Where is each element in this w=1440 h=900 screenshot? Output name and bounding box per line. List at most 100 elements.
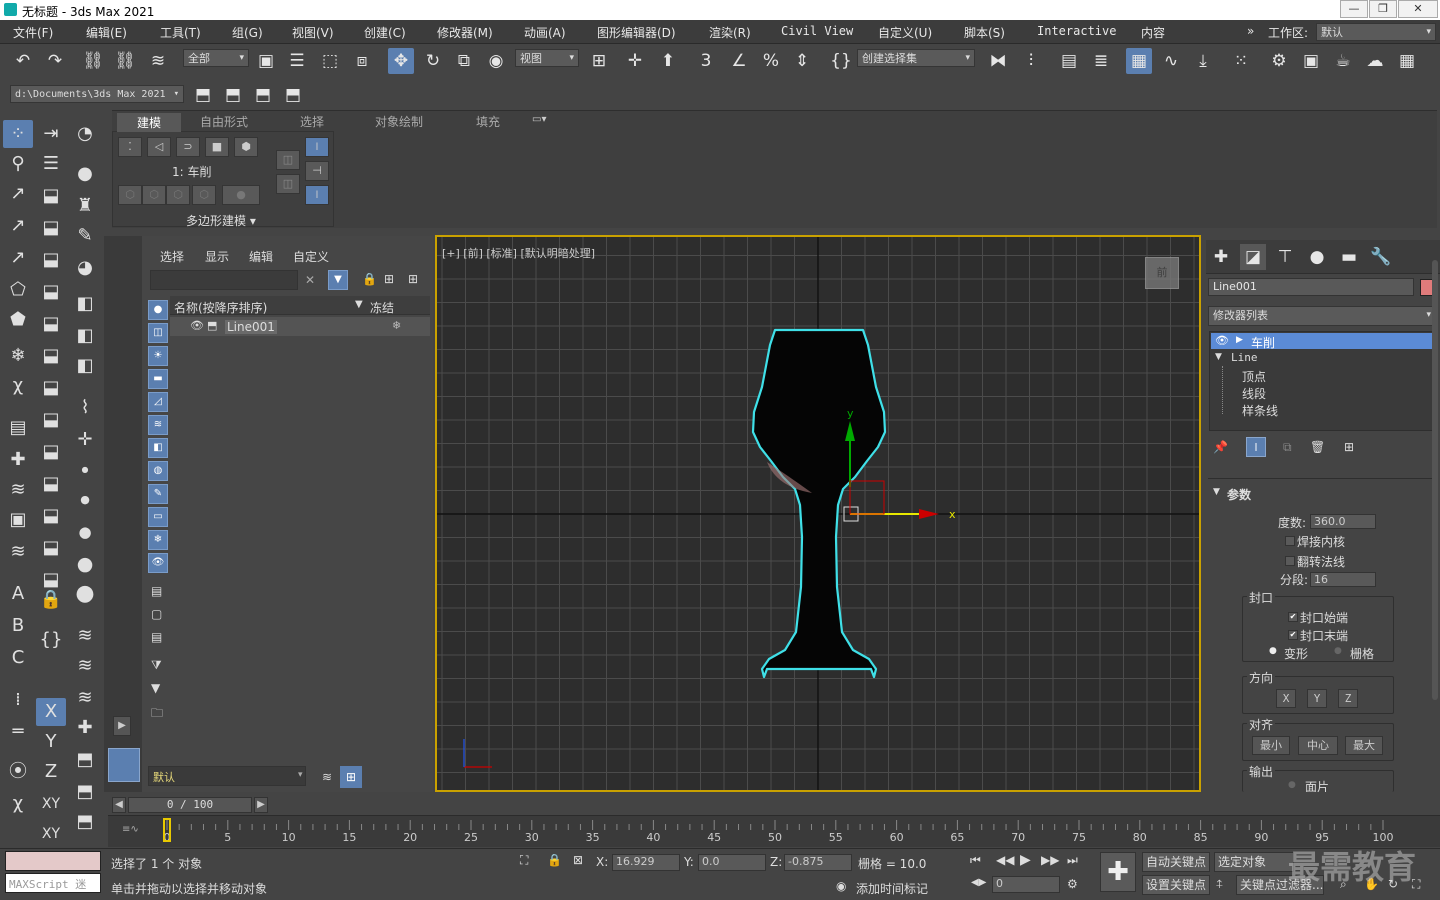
layer-b-icon[interactable]: ⬓ bbox=[36, 214, 66, 242]
render-setup-icon[interactable]: ⚙ bbox=[1266, 48, 1292, 74]
layer-g-icon[interactable]: ⬓ bbox=[36, 374, 66, 402]
configure-sets-icon[interactable]: ⊞ bbox=[1344, 440, 1354, 454]
crosshair-icon[interactable]: ✛ bbox=[70, 426, 100, 454]
lock-explorer-icon[interactable]: 🔒 bbox=[362, 272, 377, 286]
poly-b-icon[interactable]: ◫ bbox=[276, 174, 300, 194]
pin-stack-icon[interactable]: ⊣ bbox=[305, 161, 329, 181]
import-icon[interactable]: ⇥ bbox=[36, 120, 66, 148]
x-axis-constraint-icon[interactable]: χ bbox=[3, 790, 33, 818]
direction-z-button[interactable]: Z bbox=[1338, 689, 1358, 708]
time-next-icon[interactable]: ▶ bbox=[254, 797, 268, 813]
stack-b-icon[interactable]: ≋ bbox=[70, 652, 100, 680]
stack-f-icon[interactable]: ⬒ bbox=[70, 778, 100, 806]
grid-radio[interactable]: ● bbox=[1334, 646, 1342, 656]
link-icon[interactable]: ⛓ bbox=[80, 48, 106, 74]
curve-editor-icon[interactable]: ∿ bbox=[1158, 48, 1184, 74]
display-all-icon[interactable]: ▤ bbox=[151, 584, 162, 598]
command-panel-scrollbar[interactable] bbox=[1432, 260, 1438, 700]
render-cloud-icon[interactable]: ☁ bbox=[1362, 48, 1388, 74]
menu-content[interactable]: 内容 bbox=[1141, 24, 1165, 41]
previous-frame-icon[interactable]: ◀◀ bbox=[996, 853, 1014, 867]
angle-snap-icon[interactable]: ∠ bbox=[726, 48, 752, 74]
undo-icon[interactable]: ↶ bbox=[10, 48, 36, 74]
paint-tool-icon[interactable]: ↗ bbox=[3, 180, 33, 208]
menu-create[interactable]: 创建(C) bbox=[364, 24, 406, 41]
params-title[interactable]: 参数 bbox=[1227, 486, 1251, 503]
menu-file[interactable]: 文件(F) bbox=[13, 24, 53, 41]
modifier-list-dropdown[interactable]: 修改器列表 bbox=[1208, 306, 1436, 326]
viewport-label[interactable]: [+] [前] [标准] [默认明暗处理] bbox=[442, 245, 595, 261]
maximize-button[interactable]: ❐ bbox=[1369, 0, 1397, 18]
filter-combo-icon[interactable]: ⧩ bbox=[151, 658, 162, 673]
menu-views[interactable]: 视图(V) bbox=[292, 24, 334, 41]
select-scale-icon[interactable]: ⧉ bbox=[451, 48, 477, 74]
stack-a-icon[interactable]: ≋ bbox=[70, 622, 100, 650]
layer-c-icon[interactable]: ⬓ bbox=[36, 246, 66, 274]
isolate-selection-icon[interactable]: ⛶ bbox=[520, 853, 528, 868]
maxscript-listener-input[interactable] bbox=[5, 851, 101, 871]
select-move-icon[interactable]: ✥ bbox=[388, 48, 414, 74]
menu-customize[interactable]: 自定义(U) bbox=[878, 24, 932, 41]
border-mode-icon[interactable]: ⊃ bbox=[176, 137, 200, 157]
set-key-big-icon[interactable]: ✚ bbox=[1100, 852, 1136, 892]
show-end-result-icon[interactable]: ⏽ bbox=[305, 137, 329, 157]
scene-explorer-toggle-icon[interactable]: ⊞ bbox=[340, 766, 362, 788]
xyz-constraint-icon[interactable]: XY bbox=[36, 820, 66, 848]
layers-tool-icon[interactable]: ▤ bbox=[3, 414, 33, 442]
menu-tools[interactable]: 工具(T) bbox=[160, 24, 201, 41]
scene-tab-customize[interactable]: 自定义 bbox=[293, 248, 329, 265]
output-patch-radio[interactable]: ● bbox=[1288, 780, 1296, 790]
tab-object-paint[interactable]: 对象绘制 bbox=[375, 113, 423, 130]
tab-selection[interactable]: 选择 bbox=[300, 113, 324, 130]
select-layer-icon[interactable]: ▣ bbox=[3, 506, 33, 534]
z-constraint-icon[interactable]: Z bbox=[36, 758, 66, 786]
select-by-name-icon[interactable]: ☰ bbox=[284, 48, 310, 74]
mod-e-icon[interactable]: ● bbox=[222, 185, 260, 205]
clear-search-icon[interactable]: ✕ bbox=[305, 273, 315, 287]
redo-icon[interactable]: ↷ bbox=[42, 48, 68, 74]
reference-coord-dropdown[interactable]: 视图 bbox=[515, 49, 579, 67]
polygon-mode-icon[interactable]: ■ bbox=[205, 137, 229, 157]
rendered-frame-icon[interactable]: ▣ bbox=[1298, 48, 1324, 74]
layer-f-icon[interactable]: ⬓ bbox=[36, 342, 66, 370]
layer-i-icon[interactable]: ⬓ bbox=[36, 438, 66, 466]
segments-spinner[interactable]: 16 bbox=[1310, 572, 1376, 587]
mod-d-icon[interactable]: ⬡ bbox=[192, 185, 216, 205]
select-place-icon[interactable]: ◉ bbox=[483, 48, 509, 74]
filter-icon[interactable]: ▼ bbox=[328, 270, 348, 290]
y-constraint-icon[interactable]: Y bbox=[36, 728, 66, 756]
project-folder-icon[interactable]: ⬒ bbox=[190, 82, 216, 108]
layer-explorer-toggle-icon[interactable]: ≋ bbox=[316, 766, 338, 788]
menu-edit[interactable]: 编辑(E) bbox=[86, 24, 127, 41]
mod-c-icon[interactable]: ⬡ bbox=[166, 185, 190, 205]
layer-e-icon[interactable]: ⬓ bbox=[36, 310, 66, 338]
lock-icon[interactable]: 🔒 bbox=[36, 586, 66, 614]
object-name-field[interactable]: Line001 bbox=[1208, 278, 1414, 296]
layer-stack-icon[interactable]: ≋ bbox=[3, 476, 33, 504]
time-tag-icon[interactable]: ◉ bbox=[836, 879, 846, 893]
create-project-icon[interactable]: ⬒ bbox=[250, 82, 276, 108]
auto-key-button[interactable]: 自动关键点 bbox=[1142, 852, 1210, 872]
tab-modeling[interactable]: 建模 bbox=[117, 113, 182, 132]
y-coord-field[interactable]: 0.0 bbox=[698, 854, 766, 871]
stack-segment-label[interactable]: 线段 bbox=[1242, 385, 1266, 402]
vertex-mode-icon[interactable]: ⁚ bbox=[118, 137, 142, 157]
set-key-button[interactable]: 设置关键点 bbox=[1142, 875, 1210, 895]
display-groups-icon[interactable]: ◧ bbox=[148, 438, 168, 458]
stack-spline-label[interactable]: 样条线 bbox=[1242, 402, 1278, 419]
stack-g-icon[interactable]: ⬒ bbox=[70, 808, 100, 836]
c-icon[interactable]: C bbox=[3, 644, 33, 672]
layer-d-icon[interactable]: ⬓ bbox=[36, 278, 66, 306]
render-a-icon[interactable]: ◧ bbox=[70, 290, 100, 318]
maxscript-mini-listener[interactable]: MAXScript 迷 bbox=[5, 873, 101, 893]
viewcube[interactable]: 前 bbox=[1145, 257, 1179, 289]
current-frame-field[interactable]: 0 bbox=[992, 876, 1060, 893]
display-lights-icon[interactable]: ☀ bbox=[148, 346, 168, 366]
percent-snap-icon[interactable]: % bbox=[758, 48, 784, 74]
stack-line-label[interactable]: Line bbox=[1231, 351, 1258, 364]
dot-xlarge-icon[interactable]: ● bbox=[70, 550, 100, 578]
direction-x-button[interactable]: X bbox=[1276, 689, 1296, 708]
display-xrefs-icon[interactable]: ◍ bbox=[148, 461, 168, 481]
layer-list-icon[interactable]: ≋ bbox=[3, 538, 33, 566]
x-coord-field[interactable]: 16.929 bbox=[612, 854, 680, 871]
